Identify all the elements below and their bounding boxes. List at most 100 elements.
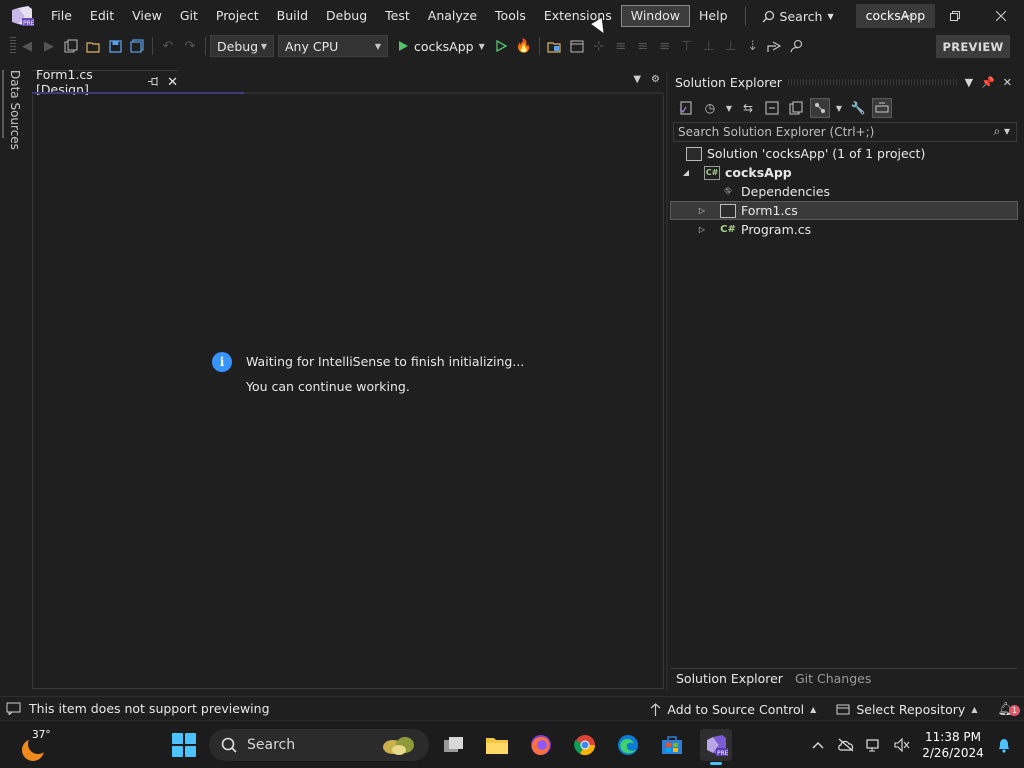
chrome-button[interactable] <box>569 729 601 761</box>
layout-icon[interactable] <box>566 35 588 57</box>
undo-icon[interactable]: ↶ <box>157 35 179 57</box>
menu-test[interactable]: Test <box>376 5 419 27</box>
pin-tab-icon[interactable] <box>148 76 159 89</box>
tab-form1-design[interactable]: Form1.cs [Design] ✕ <box>32 67 178 97</box>
collapsed-triangle-icon[interactable]: ▷ <box>696 206 708 215</box>
tab-git-changes[interactable]: Git Changes <box>789 669 877 689</box>
start-debugging-button[interactable]: cocksApp ▼ <box>392 39 491 54</box>
tree-item-dependencies[interactable]: ⛗ Dependencies <box>670 182 1018 201</box>
align-tops-icon[interactable]: ⊤ <box>676 35 698 57</box>
windows-start-button[interactable] <box>172 733 196 757</box>
close-tab-icon[interactable]: ✕ <box>167 75 178 90</box>
close-button[interactable] <box>978 0 1024 32</box>
expanded-triangle-icon[interactable]: ◢ <box>680 168 692 177</box>
tab-solution-explorer[interactable]: Solution Explorer <box>670 668 789 689</box>
preview-selected-items-icon[interactable] <box>872 98 892 118</box>
align-middles-icon[interactable]: ⊥ <box>698 35 720 57</box>
menu-extensions[interactable]: Extensions <box>535 5 621 27</box>
chevron-down-icon[interactable]: ▼ <box>834 98 844 118</box>
tree-item-project[interactable]: ◢ C# cocksApp <box>670 163 1018 182</box>
weather-widget[interactable]: 37° <box>20 727 54 761</box>
tab-list-dropdown-icon[interactable]: ▼ <box>633 74 641 85</box>
add-to-source-control-button[interactable]: Add to Source Control ▲ <box>650 702 816 717</box>
tree-item-form1[interactable]: ▷ Form1.cs <box>670 201 1018 220</box>
collapse-all-icon[interactable] <box>762 98 782 118</box>
solution-folder-icon[interactable] <box>544 35 566 57</box>
align-bottoms-icon[interactable]: ⊥ <box>720 35 742 57</box>
tree-item-solution[interactable]: Solution 'cocksApp' (1 of 1 project) <box>670 144 1018 163</box>
collapsed-triangle-icon[interactable]: ▷ <box>696 225 708 234</box>
start-logo-tile <box>185 733 196 744</box>
task-view-button[interactable] <box>438 729 470 761</box>
navigate-back-icon[interactable]: ◀ <box>16 35 38 57</box>
tree-item-program[interactable]: ▷ C# Program.cs <box>670 220 1018 239</box>
minimize-button[interactable] <box>886 0 932 32</box>
close-icon[interactable]: ✕ <box>1003 76 1012 89</box>
properties-wrench-icon[interactable]: 🔧 <box>848 98 868 118</box>
align-lefts-icon[interactable]: ≡ <box>610 35 632 57</box>
chevron-up-icon: ▲ <box>971 704 978 714</box>
menu-debug[interactable]: Debug <box>317 5 376 27</box>
menu-help[interactable]: Help <box>690 5 737 27</box>
show-all-files-icon[interactable] <box>786 98 806 118</box>
sync-with-active-document-icon[interactable]: ⇆ <box>738 98 758 118</box>
save-all-icon[interactable] <box>126 35 148 57</box>
menu-file[interactable]: File <box>42 5 81 27</box>
edge-button[interactable] <box>612 729 644 761</box>
menu-build[interactable]: Build <box>268 5 317 27</box>
menu-analyze[interactable]: Analyze <box>419 5 486 27</box>
search-icon[interactable]: ⌕ ▾ <box>993 124 1010 139</box>
menu-view[interactable]: View <box>123 5 171 27</box>
pin-icon[interactable]: 📌 <box>981 76 995 89</box>
feedback-icon[interactable] <box>786 35 808 57</box>
panel-splitter[interactable] <box>666 72 668 690</box>
solution-configuration-dropdown[interactable]: Debug ▼ <box>210 35 274 57</box>
chevron-down-icon[interactable]: ▼ <box>724 98 734 118</box>
hot-reload-icon[interactable]: 🔥 <box>513 35 535 57</box>
taskbar-search-box[interactable]: Search <box>209 729 429 761</box>
restore-button[interactable] <box>932 0 978 32</box>
start-without-debugging-icon[interactable] <box>491 35 513 57</box>
redo-icon[interactable]: ↷ <box>179 35 201 57</box>
network-icon[interactable] <box>860 731 888 759</box>
new-project-icon[interactable] <box>60 35 82 57</box>
select-repository-button[interactable]: Select Repository ▲ <box>836 702 977 717</box>
visual-studio-taskbar-button[interactable]: PRE <box>700 729 732 765</box>
window-position-dropdown-icon[interactable]: ▼ <box>965 76 973 89</box>
live-share-icon[interactable] <box>764 35 786 57</box>
solution-explorer-search-input[interactable]: Search Solution Explorer (Ctrl+;) ⌕ ▾ <box>673 122 1017 142</box>
navigate-forward-icon[interactable]: ▶ <box>38 35 60 57</box>
menu-window[interactable]: Window <box>620 5 691 27</box>
status-message-text: This item does not support previewing <box>29 701 270 716</box>
gear-icon[interactable]: ⚙ <box>651 74 660 85</box>
notifications-button[interactable]: 🔔︎ 1 <box>997 702 1020 717</box>
pending-changes-filter-icon[interactable]: ◷ <box>700 98 720 118</box>
align-rights-icon[interactable]: ≡ <box>654 35 676 57</box>
save-icon[interactable] <box>104 35 126 57</box>
solution-platform-dropdown[interactable]: Any CPU ▼ <box>278 35 388 57</box>
notification-center-bell-icon[interactable] <box>990 731 1018 759</box>
track-active-item-icon[interactable] <box>810 98 830 118</box>
visual-studio-logo-icon[interactable]: PRE <box>10 6 35 27</box>
clock[interactable]: 11:38 PM 2/26/2024 <box>916 729 990 761</box>
toolbar-overflow-icon[interactable]: ⇣ <box>742 35 764 57</box>
align-to-grid-icon[interactable]: ⊹ <box>588 35 610 57</box>
cloud-offline-icon[interactable] <box>832 731 860 759</box>
volume-muted-icon[interactable] <box>888 731 916 759</box>
menu-tools[interactable]: Tools <box>486 5 535 27</box>
menu-git[interactable]: Git <box>171 5 207 27</box>
firefox-button[interactable] <box>525 729 557 761</box>
switch-views-icon[interactable] <box>676 98 696 118</box>
menu-edit[interactable]: Edit <box>81 5 123 27</box>
menu-project[interactable]: Project <box>207 5 268 27</box>
preview-button[interactable]: PREVIEW <box>936 35 1010 58</box>
file-explorer-button[interactable] <box>481 729 513 761</box>
align-centers-icon[interactable]: ≡ <box>632 35 654 57</box>
start-logo-tile <box>172 733 183 744</box>
show-hidden-icons-chevron-up-icon[interactable] <box>804 731 832 759</box>
header-drag-grip[interactable] <box>787 79 959 85</box>
search-menu[interactable]: Search ▼ <box>754 9 842 24</box>
open-file-icon[interactable] <box>82 35 104 57</box>
data-sources-tab[interactable]: Data Sources <box>8 70 22 150</box>
microsoft-store-button[interactable] <box>656 729 688 761</box>
